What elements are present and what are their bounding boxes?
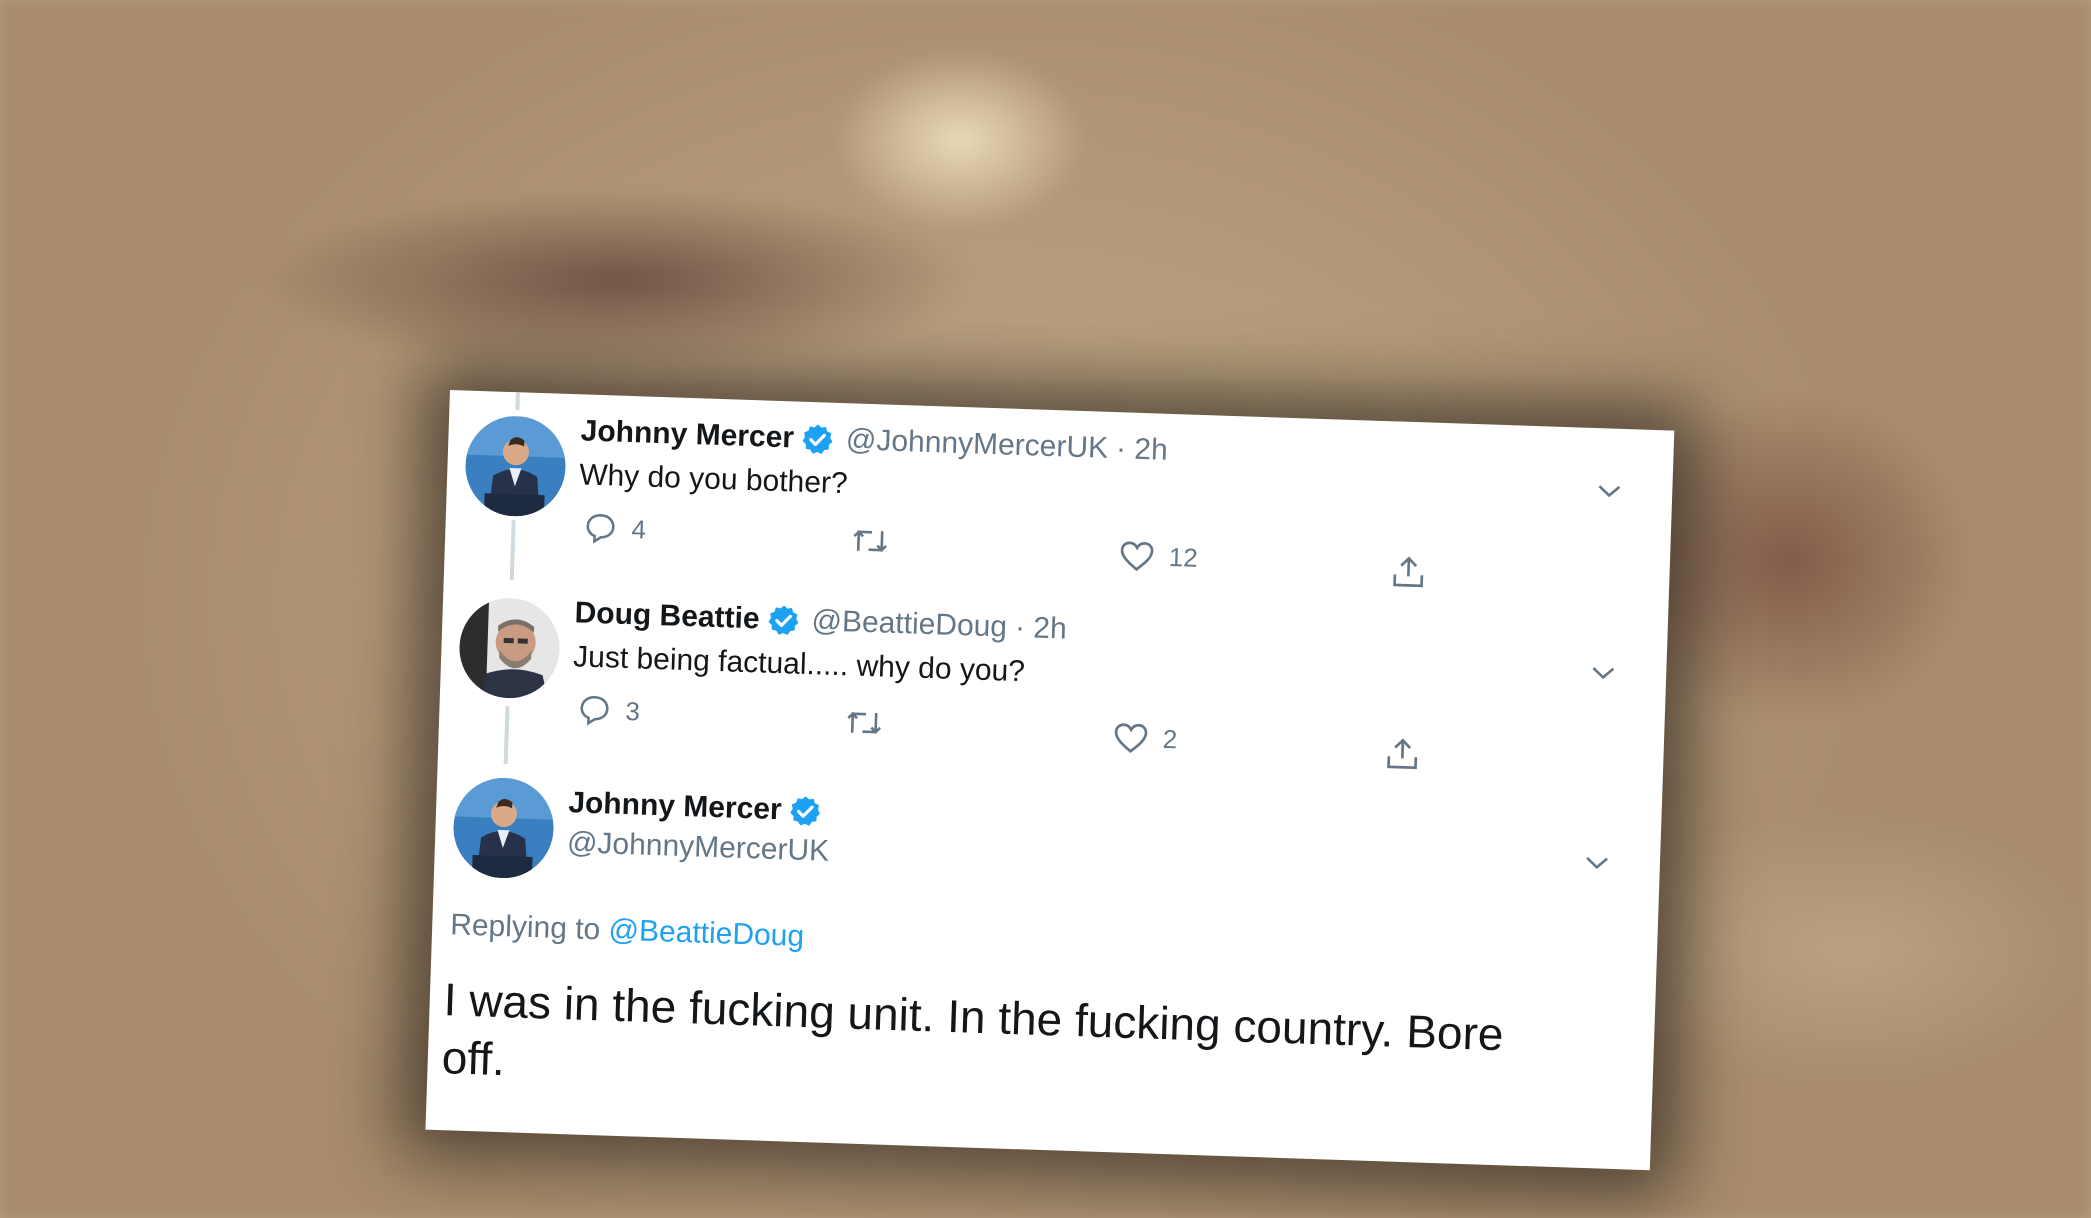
share-button[interactable] <box>1390 553 1427 590</box>
speech-bubble-icon <box>580 695 609 726</box>
reply-count: 4 <box>631 513 647 545</box>
display-name[interactable]: Johnny Mercer <box>580 414 794 455</box>
profile-photo-icon <box>451 776 556 880</box>
chevron-down-icon[interactable] <box>1583 852 1612 873</box>
chevron-down-icon[interactable] <box>1589 662 1618 683</box>
main-tweet-text-line: off. <box>441 1031 506 1086</box>
avatar[interactable] <box>451 776 556 880</box>
retweet-button[interactable] <box>851 523 904 559</box>
reply-button[interactable]: 4 <box>583 511 647 547</box>
heart-icon <box>1114 723 1148 753</box>
like-count: 2 <box>1162 723 1178 754</box>
retweet-button[interactable] <box>845 705 898 741</box>
reply-count: 3 <box>624 695 641 726</box>
tweet-text: Just being factual..... why do you? <box>572 640 1026 689</box>
replying-to-line: Replying to @BeattieDoug <box>450 908 805 954</box>
verified-badge-icon <box>768 605 799 635</box>
share-icon <box>1393 556 1424 588</box>
retweet-icon <box>847 711 882 734</box>
share-button[interactable] <box>1384 735 1421 772</box>
profile-photo-icon <box>463 414 568 518</box>
speech-bubble-icon <box>586 514 615 544</box>
reply-button[interactable]: 3 <box>577 692 641 728</box>
tweet-thread-screenshot: Johnny Mercer @JohnnyMercerUK · 2h Why d… <box>425 390 1675 1171</box>
verified-badge-icon <box>802 424 833 455</box>
display-name[interactable]: Doug Beattie <box>574 596 760 636</box>
chevron-down-icon[interactable] <box>1595 480 1624 501</box>
main-tweet-text-line: I was in the fucking unit. In the fuckin… <box>442 973 1505 1061</box>
avatar[interactable] <box>463 414 568 518</box>
heart-icon <box>1120 541 1154 572</box>
replying-to-label: Replying to <box>449 908 601 947</box>
like-button[interactable]: 2 <box>1112 720 1178 756</box>
display-name[interactable]: Johnny Mercer <box>568 786 782 827</box>
thread-line <box>515 392 520 411</box>
timestamp[interactable]: · 2h <box>1014 611 1067 647</box>
avatar[interactable] <box>457 596 562 700</box>
timestamp[interactable]: · 2h <box>1115 432 1169 468</box>
like-button[interactable]: 12 <box>1118 538 1198 575</box>
retweet-icon <box>853 530 888 553</box>
like-count: 12 <box>1168 541 1199 573</box>
tweet-text: Why do you bother? <box>578 458 849 501</box>
profile-photo-icon <box>457 596 562 700</box>
user-handle[interactable]: @JohnnyMercerUK <box>845 423 1108 466</box>
user-handle[interactable]: @BeattieDoug <box>811 604 1008 644</box>
share-icon <box>1387 738 1418 770</box>
verified-badge-icon <box>790 796 821 826</box>
thread-line <box>503 706 510 765</box>
mention-link[interactable]: @BeattieDoug <box>608 914 805 953</box>
thread-line <box>509 520 516 581</box>
user-handle[interactable]: @JohnnyMercerUK <box>566 826 830 869</box>
